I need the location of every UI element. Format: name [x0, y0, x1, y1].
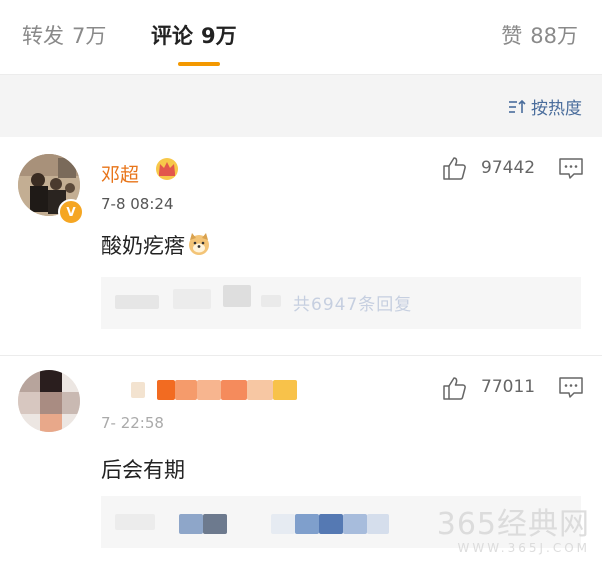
blurred-reply-name [173, 289, 211, 309]
comment-text: 酸奶疙瘩 [101, 230, 212, 260]
tab-repost[interactable]: 转发 7万 [22, 20, 106, 50]
blurred-reply-name [179, 514, 203, 534]
comment-timestamp: 7- 22:58 [101, 414, 164, 432]
avatar-photo [18, 370, 80, 432]
comment-text: 后会有期 [101, 458, 185, 482]
tab-repost-count: 7万 [72, 24, 107, 48]
replies-preview[interactable]: 共6947条回复 [101, 277, 581, 329]
comment-timestamp: 7-8 08:24 [101, 195, 174, 213]
sort-icon [509, 99, 526, 113]
thumbs-up-icon[interactable] [441, 375, 467, 401]
blurred-reply-name [319, 514, 343, 534]
tab-repost-label: 转发 [22, 24, 64, 48]
blurred-reply-name [367, 514, 389, 534]
replies-preview[interactable] [101, 496, 581, 548]
tab-likes-count: 88万 [530, 24, 578, 48]
comment-item: 7- 22:58 后会有期 77011 [0, 356, 602, 561]
blurred-reply-name [115, 514, 155, 530]
like-count: 77011 [481, 377, 536, 397]
sort-label: 按热度 [531, 99, 582, 119]
like-count: 97442 [481, 158, 536, 178]
blurred-username [101, 378, 297, 404]
reply-comment-icon[interactable] [558, 157, 584, 181]
vip-crown-icon [156, 158, 178, 180]
blurred-reply-name [203, 514, 227, 534]
blurred-reply-name [261, 295, 281, 307]
sort-bar: 按热度 [0, 75, 602, 137]
doge-emoji-icon [189, 233, 209, 255]
blurred-reply-name [223, 285, 251, 307]
reply-count-link[interactable]: 共6947条回复 [293, 290, 412, 315]
tab-likes-label: 赞 [501, 24, 523, 48]
tab-comments-label: 评论 [151, 24, 193, 48]
blurred-reply-name [271, 514, 295, 534]
reply-comment-icon[interactable] [558, 376, 584, 400]
blurred-reply-name [295, 514, 319, 534]
thumbs-up-icon[interactable] [441, 155, 467, 181]
tab-comments-count: 9万 [201, 24, 237, 48]
active-tab-indicator [178, 62, 220, 66]
sort-by-heat-button[interactable]: 按热度 [507, 94, 582, 119]
avatar[interactable] [18, 370, 80, 432]
comment-username[interactable]: 邓超 [101, 160, 139, 187]
tab-likes[interactable]: 赞 88万 [501, 20, 578, 50]
comment-tabs: 转发 7万 评论 9万 赞 88万 [0, 0, 602, 75]
comment-item: V 邓超 7-8 08:24 酸奶疙瘩 97442 共6947条回复 [0, 137, 602, 356]
blurred-reply-name [343, 514, 367, 534]
comment-body: 酸奶疙瘩 [101, 234, 185, 258]
verified-badge: V [58, 199, 84, 225]
blurred-reply-name [115, 295, 159, 309]
